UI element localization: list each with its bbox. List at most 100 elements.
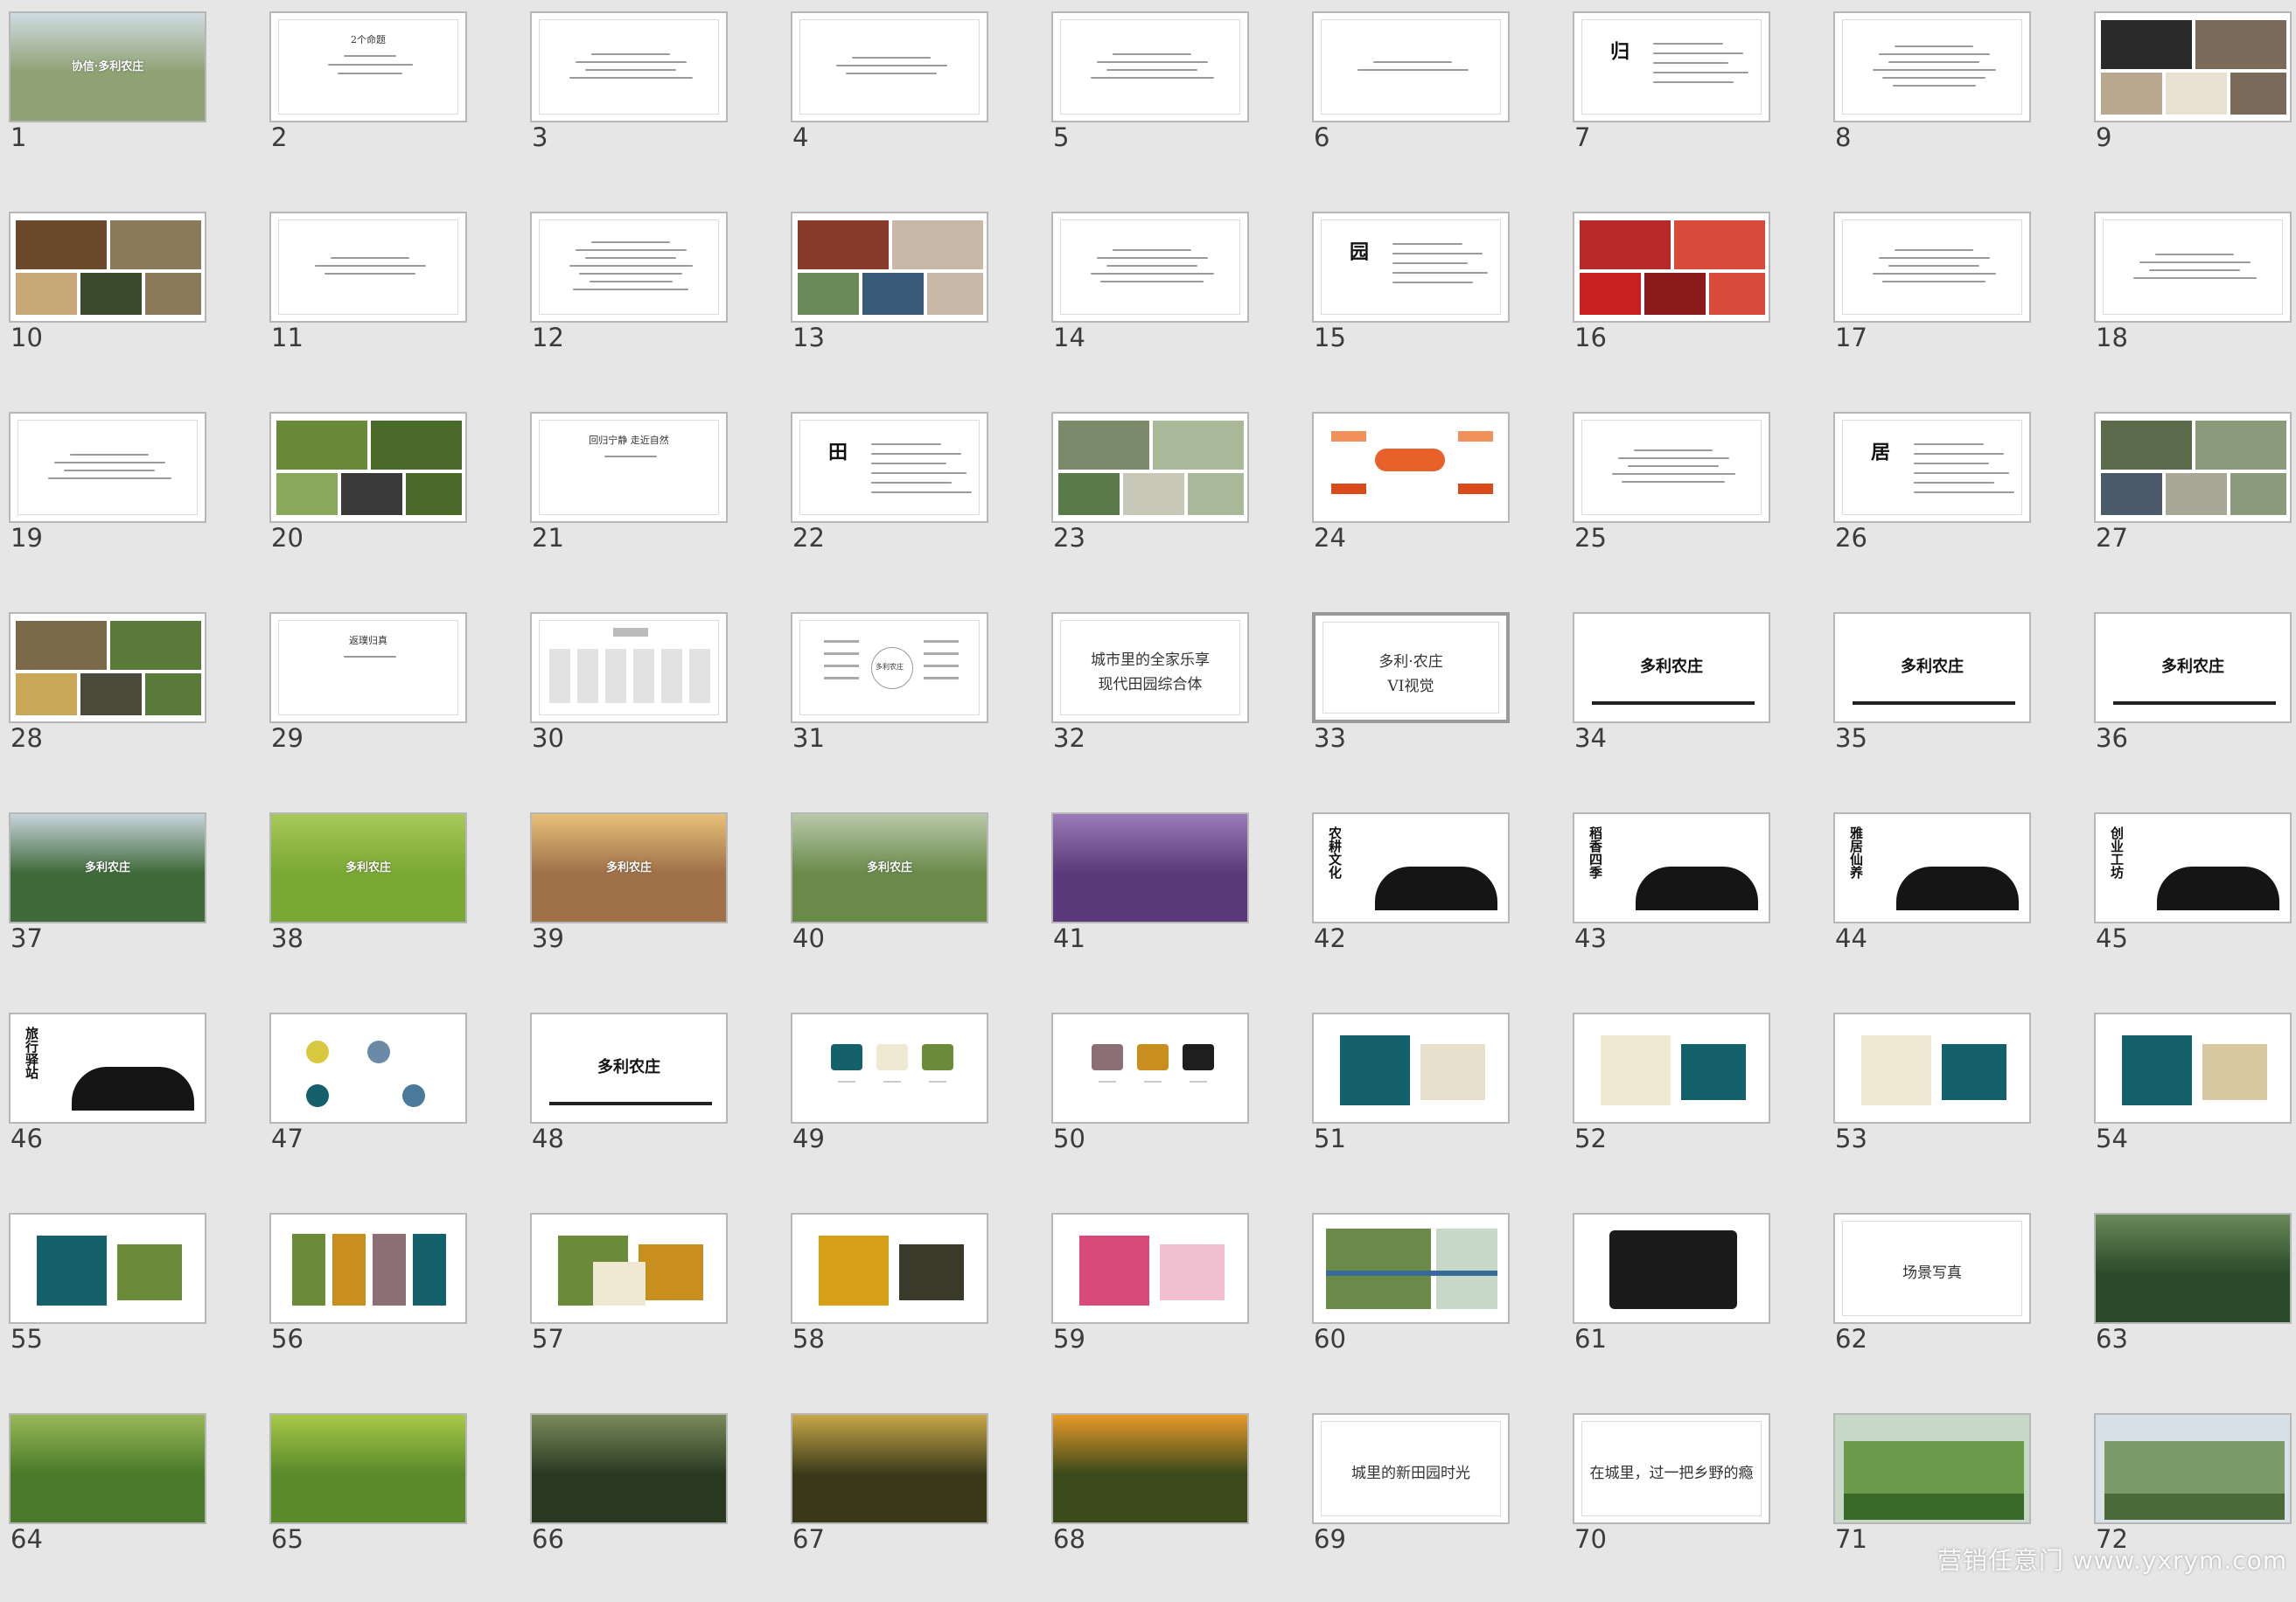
slide-thumbnail[interactable]: 58 [782, 1202, 1043, 1402]
slide-thumbnail[interactable]: 28 [0, 601, 261, 801]
slide-preview[interactable] [1051, 1213, 1249, 1324]
slide-preview[interactable] [269, 1413, 467, 1524]
slide-thumbnail[interactable]: 16 [1564, 200, 1825, 400]
slide-thumbnail[interactable]: 协信·多利农庄 1 [0, 0, 261, 200]
slide-thumbnail[interactable]: 49 [782, 1001, 1043, 1202]
slide-thumbnail[interactable]: 51 [1303, 1001, 1564, 1202]
slide-thumbnail[interactable]: 52 [1564, 1001, 1825, 1202]
slide-thumbnail[interactable]: 23 [1043, 400, 1303, 601]
slide-preview[interactable] [9, 612, 206, 723]
slide-thumbnail[interactable]: 在城里，过一把乡野的瘾 70 [1564, 1402, 1825, 1602]
slide-thumbnail[interactable]: 农耕文化 42 [1303, 801, 1564, 1001]
slide-preview[interactable] [1312, 1013, 1510, 1124]
slide-thumbnail[interactable]: 54 [2085, 1001, 2296, 1202]
slide-preview[interactable] [1833, 1013, 2031, 1124]
slide-preview[interactable]: 城里的新田园时光 [1312, 1413, 1510, 1524]
slide-thumbnail[interactable]: 68 [1043, 1402, 1303, 1602]
slide-thumbnail[interactable]: 67 [782, 1402, 1043, 1602]
slide-preview[interactable] [269, 412, 467, 523]
slide-preview[interactable]: 多利农庄 [1573, 612, 1770, 723]
slide-preview[interactable]: 回归宁静 走近自然 [530, 412, 728, 523]
slide-thumbnail[interactable]: 27 [2085, 400, 2296, 601]
slide-preview[interactable] [2094, 1013, 2292, 1124]
slide-preview[interactable] [791, 212, 988, 323]
slide-preview[interactable] [2094, 1413, 2292, 1524]
slide-thumbnail[interactable]: 3 [521, 0, 782, 200]
slide-thumbnail[interactable]: 59 [1043, 1202, 1303, 1402]
slide-preview[interactable]: 返璞归真 [269, 612, 467, 723]
slide-thumbnail[interactable]: 57 [521, 1202, 782, 1402]
slide-preview[interactable] [530, 1213, 728, 1324]
slide-thumbnail[interactable]: 5 [1043, 0, 1303, 200]
slide-preview[interactable] [1573, 212, 1770, 323]
slide-preview[interactable] [530, 11, 728, 122]
slide-thumbnail[interactable]: 多利农庄 48 [521, 1001, 782, 1202]
slide-thumbnail[interactable]: 25 [1564, 400, 1825, 601]
slide-thumbnail[interactable]: 城里的新田园时光 69 [1303, 1402, 1564, 1602]
slide-preview[interactable] [1312, 412, 1510, 523]
slide-thumbnail[interactable]: 30 [521, 601, 782, 801]
slide-thumbnail[interactable]: 场景写真 62 [1825, 1202, 2085, 1402]
slide-preview[interactable]: 多利农庄 [269, 812, 467, 923]
slide-preview[interactable] [1833, 212, 2031, 323]
slide-thumbnail[interactable]: 63 [2085, 1202, 2296, 1402]
slide-thumbnail[interactable]: 多利农庄 40 [782, 801, 1043, 1001]
slide-preview[interactable] [530, 612, 728, 723]
slide-preview[interactable]: 在城里，过一把乡野的瘾 [1573, 1413, 1770, 1524]
slide-thumbnail[interactable]: 稻香四季 43 [1564, 801, 1825, 1001]
slide-preview[interactable]: 协信·多利农庄 [9, 11, 206, 122]
slide-thumbnail[interactable]: 多利农庄 34 [1564, 601, 1825, 801]
slide-preview[interactable] [9, 212, 206, 323]
slide-preview[interactable]: 城市里的全家乐享 现代田园综合体 [1051, 612, 1249, 723]
slide-thumbnail[interactable]: 14 [1043, 200, 1303, 400]
slide-preview[interactable] [791, 1413, 988, 1524]
slide-preview[interactable]: 雅居仙养 [1833, 812, 2031, 923]
slide-thumbnail[interactable]: 20 [261, 400, 521, 601]
slide-thumbnail[interactable]: 雅居仙养 44 [1825, 801, 2085, 1001]
slide-preview[interactable]: 场景写真 [1833, 1213, 2031, 1324]
slide-preview[interactable] [1312, 1213, 1510, 1324]
slide-preview[interactable]: 多利农庄 [791, 812, 988, 923]
slide-preview[interactable] [1051, 11, 1249, 122]
slide-preview[interactable] [2094, 11, 2292, 122]
slide-thumbnail[interactable]: 创业工坊 45 [2085, 801, 2296, 1001]
slide-thumbnail[interactable]: 24 [1303, 400, 1564, 601]
slide-thumbnail[interactable]: 多利农庄 39 [521, 801, 782, 1001]
slide-preview[interactable]: 多利农庄 [2094, 612, 2292, 723]
slide-preview[interactable] [269, 1213, 467, 1324]
slide-preview[interactable]: 多利农庄 [530, 1013, 728, 1124]
slide-preview[interactable]: 田 [791, 412, 988, 523]
slide-preview[interactable] [9, 412, 206, 523]
slide-thumbnail[interactable]: 返璞归真 29 [261, 601, 521, 801]
slide-preview[interactable] [269, 212, 467, 323]
slide-thumbnail[interactable]: 多利农庄 31 [782, 601, 1043, 801]
slide-thumbnail[interactable]: 61 [1564, 1202, 1825, 1402]
slide-thumbnail[interactable]: 64 [0, 1402, 261, 1602]
slide-thumbnail[interactable]: 田 22 [782, 400, 1043, 601]
slide-preview[interactable]: 多利农庄 [9, 812, 206, 923]
slide-thumbnail[interactable]: 47 [261, 1001, 521, 1202]
slide-preview[interactable]: 居 [1833, 412, 2031, 523]
slide-thumbnail[interactable]: 归7 [1564, 0, 1825, 200]
slide-thumbnail[interactable]: 城市里的全家乐享 现代田园综合体 32 [1043, 601, 1303, 801]
slide-thumbnail[interactable]: 41 [1043, 801, 1303, 1001]
slide-preview[interactable] [1833, 11, 2031, 122]
slide-preview[interactable] [269, 1013, 467, 1124]
slide-preview[interactable] [1051, 1013, 1249, 1124]
slide-thumbnail[interactable]: 8 [1825, 0, 2085, 200]
slide-preview[interactable] [2094, 1213, 2292, 1324]
slide-preview[interactable] [1573, 1213, 1770, 1324]
slide-preview[interactable]: 归 [1573, 11, 1770, 122]
slide-thumbnail[interactable]: 多利·农庄 VI视觉 33 [1303, 601, 1564, 801]
slide-thumbnail[interactable]: 66 [521, 1402, 782, 1602]
slide-thumbnail[interactable]: 10 [0, 200, 261, 400]
slide-preview[interactable]: 多利农庄 [1833, 612, 2031, 723]
slide-preview[interactable] [1051, 812, 1249, 923]
slide-preview[interactable] [791, 1013, 988, 1124]
slide-thumbnail[interactable]: 多利农庄 37 [0, 801, 261, 1001]
slide-preview[interactable]: 创业工坊 [2094, 812, 2292, 923]
slide-preview[interactable] [791, 1213, 988, 1324]
slide-thumbnail[interactable]: 6 [1303, 0, 1564, 200]
slide-preview[interactable] [1051, 212, 1249, 323]
slide-preview[interactable] [1051, 412, 1249, 523]
